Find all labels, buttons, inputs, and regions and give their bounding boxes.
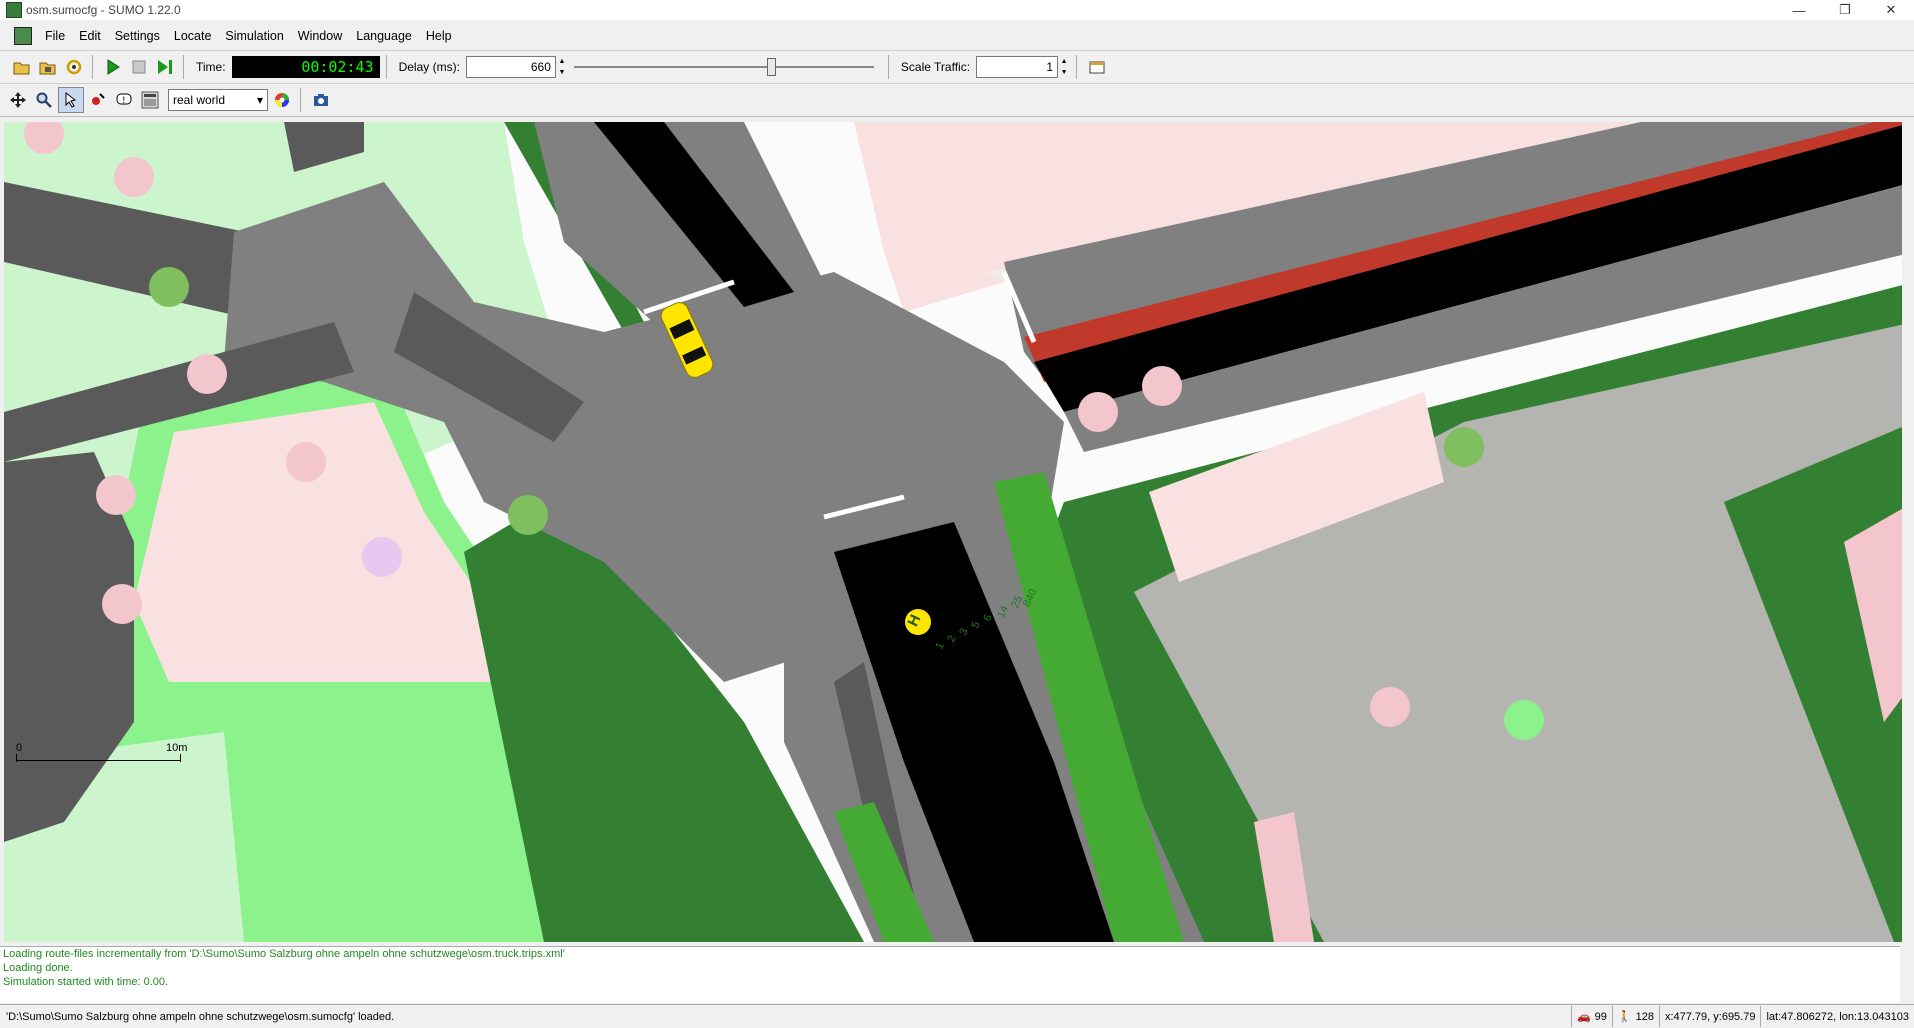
person-icon: 🚶	[1617, 1011, 1632, 1023]
open-network-icon[interactable]	[36, 55, 60, 79]
title-bar: osm.sumocfg - SUMO 1.22.0 — ❐ ✕	[0, 0, 1914, 20]
locate-vehicle-icon[interactable]	[86, 88, 110, 112]
app-icon	[6, 2, 22, 18]
editor-icon[interactable]	[138, 88, 162, 112]
menu-simulation[interactable]: Simulation	[218, 29, 290, 43]
recenter-icon[interactable]	[6, 88, 30, 112]
color-wheel-icon[interactable]	[270, 88, 294, 112]
maximize-button[interactable]: ❐	[1822, 0, 1868, 20]
vertical-scrollbar[interactable]	[1902, 122, 1914, 942]
open-config-icon[interactable]	[10, 55, 34, 79]
delay-spinner[interactable]: ▲ ▼	[556, 56, 568, 78]
scale-traffic-spinner[interactable]: ▲ ▼	[1058, 56, 1070, 78]
menu-bar: File Edit Settings Locate Simulation Win…	[0, 22, 1914, 50]
message-line: Loading done.	[3, 962, 73, 974]
locate-junction-icon[interactable]	[58, 87, 84, 113]
scale-traffic-input[interactable]: 1	[976, 56, 1059, 78]
message-panel: Loading route-files incrementally from '…	[0, 946, 1900, 1003]
scale-zero: 0	[16, 742, 23, 754]
scale-traffic-label: Scale Traffic:	[900, 60, 971, 74]
stop-icon[interactable]	[127, 55, 151, 79]
menu-locate[interactable]: Locate	[167, 29, 219, 43]
menu-language[interactable]: Language	[349, 29, 419, 43]
window-icon[interactable]	[1085, 55, 1109, 79]
cursor-geo-position: lat:47.806272, lon:13.043103	[1760, 1006, 1914, 1027]
color-scheme-select[interactable]: real world ▾	[168, 89, 268, 111]
person-count: 🚶 128	[1611, 1006, 1659, 1027]
menu-help[interactable]: Help	[419, 29, 459, 43]
delay-slider[interactable]	[573, 56, 874, 78]
network-view[interactable]: H 840 25 14 6 5 3 2 1 0 10m	[4, 122, 1914, 942]
scale-bar: 0 10m	[16, 742, 188, 772]
svg-text:!: !	[122, 96, 126, 106]
time-display: 00:02:43	[231, 56, 380, 78]
view-toolbar: ! real world ▾	[0, 84, 1914, 117]
message-line: Simulation started with time: 0.00.	[3, 976, 169, 988]
status-message: 'D:\Sumo\Sumo Salzburg ohne ampeln ohne …	[6, 1010, 395, 1023]
menu-file[interactable]: File	[38, 29, 72, 43]
document-icon[interactable]	[14, 27, 32, 45]
message-line: Loading route-files incrementally from '…	[3, 948, 565, 960]
menu-window[interactable]: Window	[291, 29, 349, 43]
scale-max: 10m	[166, 742, 188, 754]
run-icon[interactable]	[101, 55, 125, 79]
minimize-button[interactable]: —	[1776, 0, 1822, 20]
cursor-position: x:477.79, y:695.79	[1658, 1006, 1761, 1027]
time-label: Time:	[196, 60, 226, 74]
delay-label: Delay (ms):	[398, 60, 460, 74]
menu-edit[interactable]: Edit	[72, 29, 108, 43]
tooltip-icon[interactable]: !	[112, 88, 136, 112]
close-button[interactable]: ✕	[1868, 0, 1914, 20]
delay-input[interactable]: 660	[465, 56, 556, 78]
step-icon[interactable]	[153, 55, 177, 79]
delay-slider-thumb[interactable]	[766, 58, 776, 76]
screenshot-icon[interactable]	[309, 88, 333, 112]
car-icon: 🚗	[1576, 1011, 1591, 1023]
status-bar: 'D:\Sumo\Sumo Salzburg ohne ampeln ohne …	[0, 1004, 1914, 1028]
chevron-down-icon: ▾	[256, 93, 263, 107]
reload-icon[interactable]	[62, 55, 86, 79]
color-scheme-value: real world	[173, 93, 226, 107]
simulation-toolbar: Time: 00:02:43 Delay (ms): 660 ▲ ▼ Scale …	[0, 50, 1914, 84]
zoom-icon[interactable]	[32, 88, 56, 112]
menu-settings[interactable]: Settings	[108, 29, 167, 43]
window-title: osm.sumocfg - SUMO 1.22.0	[26, 3, 181, 17]
vehicle-count: 🚗 99	[1570, 1006, 1612, 1027]
